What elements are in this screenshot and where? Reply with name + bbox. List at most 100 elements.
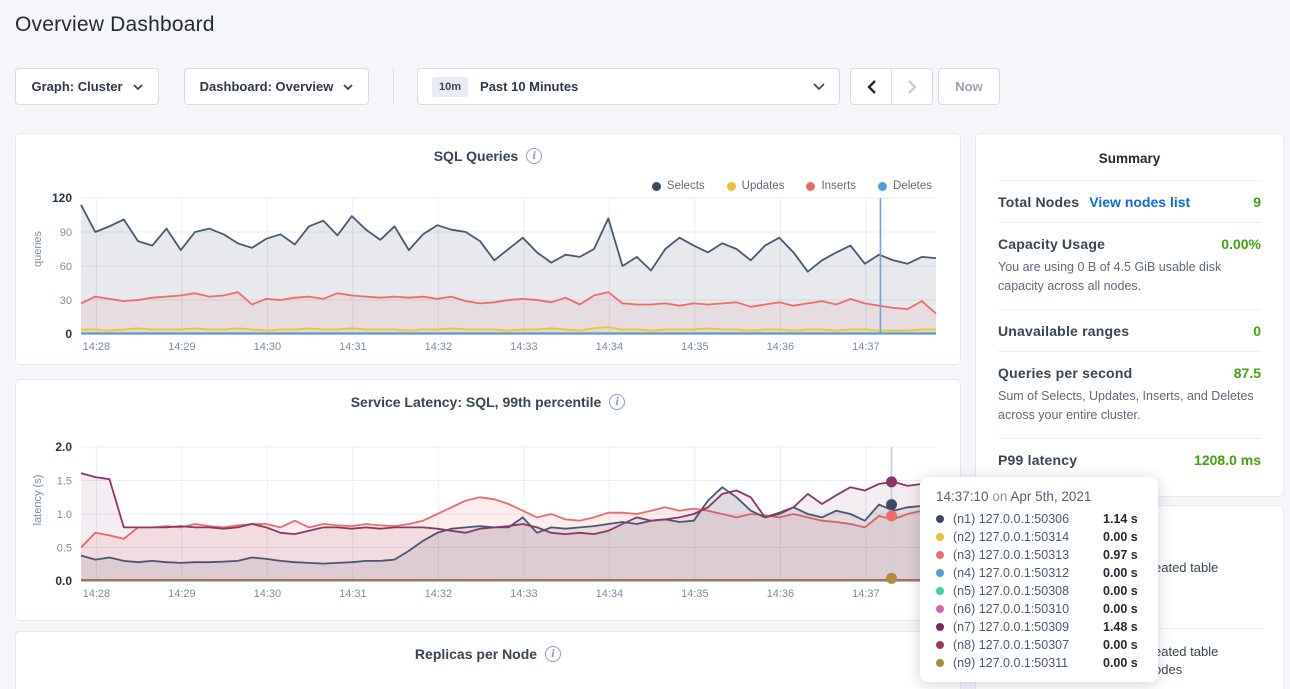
svg-text:14:32: 14:32: [425, 588, 453, 600]
legend-item-inserts[interactable]: Inserts: [806, 180, 856, 192]
p99-latency-label: P99 latency: [998, 452, 1077, 468]
unavailable-ranges-value: 0: [1253, 323, 1261, 339]
node-address: (n3) 127.0.0.1:50313: [953, 548, 1103, 562]
svg-text:14:30: 14:30: [254, 341, 282, 353]
page-title: Overview Dashboard: [15, 13, 215, 37]
node-color-dot-icon: [936, 587, 944, 595]
summary-title: Summary: [998, 134, 1261, 180]
event-item-fragment[interactable]: eated table: [1154, 644, 1218, 659]
tooltip-node-row: (n8) 127.0.0.1:503070.00 s: [936, 636, 1142, 654]
svg-text:14:33: 14:33: [510, 341, 538, 353]
svg-text:14:28: 14:28: [83, 341, 111, 353]
tooltip-node-row: (n9) 127.0.0.1:503110.00 s: [936, 654, 1142, 672]
summary-row-capacity: Capacity Usage 0.00% You are using 0 B o…: [998, 222, 1261, 309]
svg-text:14:35: 14:35: [681, 588, 709, 600]
node-latency-value: 1.48 s: [1103, 620, 1138, 634]
svg-text:14:36: 14:36: [767, 588, 795, 600]
event-item-fragment[interactable]: eated table: [1154, 560, 1218, 575]
legend-item-selects[interactable]: Selects: [652, 180, 705, 192]
total-nodes-value: 9: [1253, 194, 1261, 210]
node-color-dot-icon: [936, 533, 944, 541]
service-latency-chart-card: Service Latency: SQL, 99th percentile i …: [15, 379, 961, 621]
replicas-chart-title: Replicas per Node: [415, 646, 537, 662]
legend-label: Inserts: [821, 180, 856, 192]
sql-queries-plot[interactable]: 14:2814:2914:3014:3114:3214:3314:3414:35…: [16, 192, 948, 354]
info-icon[interactable]: i: [526, 148, 542, 164]
chevron-right-icon: [908, 80, 917, 94]
tooltip-node-row: (n5) 127.0.0.1:503080.00 s: [936, 582, 1142, 600]
time-range-label: Past 10 Minutes: [480, 79, 578, 94]
view-nodes-list-link[interactable]: View nodes list: [1089, 194, 1190, 210]
node-color-dot-icon: [936, 605, 944, 613]
svg-text:14:29: 14:29: [168, 341, 196, 353]
now-button-label: Now: [955, 79, 982, 94]
tooltip-node-row: (n7) 127.0.0.1:503091.48 s: [936, 618, 1142, 636]
time-range-picker[interactable]: 10m Past 10 Minutes: [417, 68, 840, 105]
dashboard-dropdown[interactable]: Dashboard: Overview: [184, 68, 369, 105]
event-item-fragment[interactable]: odes: [1154, 662, 1182, 677]
node-latency-value: 0.00 s: [1103, 638, 1138, 652]
previous-interval-button[interactable]: [851, 69, 891, 104]
tooltip-timestamp: 14:37:10 on Apr 5th, 2021: [936, 489, 1142, 504]
tooltip-node-row: (n6) 127.0.0.1:503100.00 s: [936, 600, 1142, 618]
svg-text:14:36: 14:36: [767, 341, 795, 353]
tooltip-node-row: (n4) 127.0.0.1:503120.00 s: [936, 564, 1142, 582]
node-color-dot-icon: [936, 641, 944, 649]
now-button[interactable]: Now: [938, 68, 1000, 105]
qps-value: 87.5: [1234, 365, 1261, 381]
legend-item-updates[interactable]: Updates: [727, 180, 785, 192]
node-address: (n9) 127.0.0.1:50311: [953, 656, 1103, 670]
node-color-dot-icon: [936, 515, 944, 523]
svg-text:0.0: 0.0: [55, 574, 72, 588]
node-address: (n4) 127.0.0.1:50312: [953, 566, 1103, 580]
legend-dot-icon: [652, 182, 661, 191]
svg-text:90: 90: [60, 227, 72, 239]
node-color-dot-icon: [936, 569, 944, 577]
info-icon[interactable]: i: [609, 394, 625, 410]
svg-text:120: 120: [52, 192, 72, 205]
svg-text:30: 30: [60, 295, 72, 307]
node-address: (n5) 127.0.0.1:50308: [953, 584, 1103, 598]
legend-dot-icon: [806, 182, 815, 191]
next-interval-button[interactable]: [891, 69, 932, 104]
node-latency-value: 0.00 s: [1103, 584, 1138, 598]
node-address: (n8) 127.0.0.1:50307: [953, 638, 1103, 652]
graph-dropdown[interactable]: Graph: Cluster: [15, 68, 159, 105]
chevron-down-icon: [133, 84, 143, 90]
node-color-dot-icon: [936, 623, 944, 631]
node-latency-value: 0.00 s: [1103, 656, 1138, 670]
summary-row-total-nodes: Total Nodes View nodes list 9: [998, 180, 1261, 222]
qps-label: Queries per second: [998, 365, 1132, 381]
node-address: (n1) 127.0.0.1:50306: [953, 512, 1103, 526]
capacity-usage-description: You are using 0 B of 4.5 GiB usable disk…: [998, 258, 1261, 297]
capacity-usage-label: Capacity Usage: [998, 236, 1105, 252]
legend-label: Selects: [667, 180, 705, 192]
total-nodes-label: Total Nodes: [998, 194, 1079, 210]
sql-queries-chart-card: SQL Queries i SelectsUpdatesInsertsDelet…: [15, 133, 961, 365]
replicas-per-node-chart-card: Replicas per Node i: [15, 631, 961, 689]
svg-text:14:37: 14:37: [852, 341, 880, 353]
tooltip-node-row: (n3) 127.0.0.1:503130.97 s: [936, 546, 1142, 564]
tooltip-node-rows: (n1) 127.0.0.1:503061.14 s(n2) 127.0.0.1…: [936, 510, 1142, 672]
summary-row-p99: P99 latency 1208.0 ms: [998, 438, 1261, 480]
svg-text:0.5: 0.5: [57, 543, 72, 555]
svg-text:14:37: 14:37: [852, 588, 880, 600]
svg-text:14:31: 14:31: [339, 341, 367, 353]
svg-text:14:31: 14:31: [339, 588, 367, 600]
unavailable-ranges-label: Unavailable ranges: [998, 323, 1129, 339]
chart-hover-tooltip: 14:37:10 on Apr 5th, 2021 (n1) 127.0.0.1…: [920, 477, 1158, 682]
time-step-buttons: [850, 68, 933, 105]
legend-item-deletes[interactable]: Deletes: [878, 180, 932, 192]
p99-latency-value: 1208.0 ms: [1194, 452, 1261, 468]
svg-text:14:35: 14:35: [681, 341, 709, 353]
node-address: (n2) 127.0.0.1:50314: [953, 530, 1103, 544]
service-latency-plot[interactable]: 14:2814:2914:3014:3114:3214:3314:3414:35…: [16, 441, 948, 601]
summary-panel: Summary Total Nodes View nodes list 9 Ca…: [975, 133, 1284, 497]
sql-chart-legend: Selects Updates Inserts Deletes: [652, 180, 932, 192]
node-latency-value: 0.97 s: [1103, 548, 1138, 562]
info-icon[interactable]: i: [545, 646, 561, 662]
node-color-dot-icon: [936, 659, 944, 667]
legend-dot-icon: [727, 182, 736, 191]
node-latency-value: 0.00 s: [1103, 602, 1138, 616]
legend-dot-icon: [878, 182, 887, 191]
